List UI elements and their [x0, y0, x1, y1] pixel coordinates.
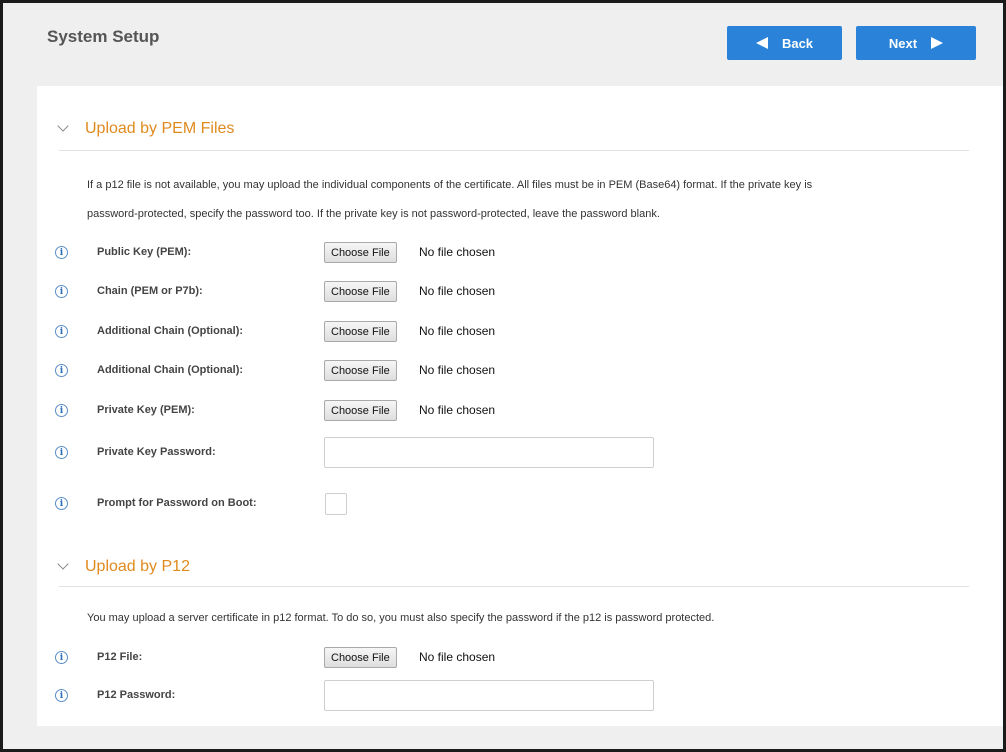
field-label: P12 Password:: [97, 689, 176, 701]
choose-file-button[interactable]: Choose File: [324, 360, 397, 381]
file-status: No file chosen: [419, 363, 496, 377]
page-title: System Setup: [47, 27, 160, 46]
field-label: Prompt for Password on Boot:: [97, 497, 257, 509]
info-icon[interactable]: i: [55, 364, 68, 377]
field-label: P12 File:: [97, 651, 143, 663]
file-status: No file chosen: [419, 324, 496, 338]
back-button[interactable]: Back: [727, 26, 842, 60]
additional-chain-row-1: i Additional Chain (Optional): Choose Fi…: [53, 319, 973, 347]
field-label: Private Key (PEM):: [97, 404, 195, 416]
triangle-left-icon: [755, 37, 768, 49]
window-frame: System Setup Back Next Upload by PEM Fil…: [0, 0, 1006, 752]
field-label: Additional Chain (Optional):: [97, 364, 244, 376]
chevron-down-icon[interactable]: [57, 120, 69, 132]
prompt-password-checkbox[interactable]: [325, 493, 347, 515]
content-panel: Upload by PEM Files If a p12 file is not…: [37, 86, 1003, 726]
info-icon[interactable]: i: [55, 325, 68, 338]
pem-section-header[interactable]: Upload by PEM Files: [57, 120, 235, 138]
info-icon[interactable]: i: [55, 404, 68, 417]
field-label: Chain (PEM or P7b):: [97, 285, 203, 297]
prompt-password-row: i Prompt for Password on Boot:: [53, 491, 973, 519]
private-key-password-row: i Private Key Password:: [53, 437, 973, 468]
p12-password-row: i P12 Password:: [53, 680, 973, 711]
p12-file-row: i P12 File: Choose File No file chosen: [53, 645, 973, 673]
next-button-label: Next: [888, 35, 918, 51]
chevron-down-icon[interactable]: [57, 558, 69, 570]
private-key-row: i Private Key (PEM): Choose File No file…: [53, 398, 973, 426]
choose-file-button[interactable]: Choose File: [324, 400, 397, 421]
field-label: Private Key Password:: [97, 446, 216, 458]
field-label: Public Key (PEM):: [97, 246, 192, 258]
info-icon[interactable]: i: [55, 446, 68, 459]
choose-file-button[interactable]: Choose File: [324, 647, 397, 668]
chain-row: i Chain (PEM or P7b): Choose File No fil…: [53, 279, 973, 307]
pem-section-title: Upload by PEM Files: [85, 120, 235, 137]
p12-description: You may upload a server certificate in p…: [87, 612, 715, 624]
next-button[interactable]: Next: [856, 26, 976, 60]
pem-description-line2: password-protected, specify the password…: [87, 208, 660, 220]
back-button-label: Back: [781, 35, 814, 51]
file-status: No file chosen: [419, 245, 496, 259]
info-icon[interactable]: i: [55, 497, 68, 510]
private-key-password-input[interactable]: [324, 437, 654, 468]
choose-file-button[interactable]: Choose File: [324, 321, 397, 342]
p12-section-title: Upload by P12: [85, 558, 190, 575]
p12-divider: [59, 586, 969, 587]
info-icon[interactable]: i: [55, 285, 68, 298]
pem-divider: [59, 150, 969, 151]
field-label: Additional Chain (Optional):: [97, 325, 244, 337]
pem-description-line1: If a p12 file is not available, you may …: [87, 179, 813, 191]
info-icon[interactable]: i: [55, 246, 68, 259]
file-status: No file chosen: [419, 650, 496, 664]
info-icon[interactable]: i: [55, 689, 68, 702]
triangle-right-icon: [931, 37, 944, 49]
choose-file-button[interactable]: Choose File: [324, 242, 397, 263]
pem-description: If a p12 file is not available, you may …: [87, 171, 987, 229]
file-status: No file chosen: [419, 284, 496, 298]
p12-password-input[interactable]: [324, 680, 654, 711]
p12-section-header[interactable]: Upload by P12: [57, 558, 190, 576]
file-status: No file chosen: [419, 403, 496, 417]
info-icon[interactable]: i: [55, 651, 68, 664]
public-key-row: i Public Key (PEM): Choose File No file …: [53, 240, 973, 268]
choose-file-button[interactable]: Choose File: [324, 281, 397, 302]
additional-chain-row-2: i Additional Chain (Optional): Choose Fi…: [53, 358, 973, 386]
